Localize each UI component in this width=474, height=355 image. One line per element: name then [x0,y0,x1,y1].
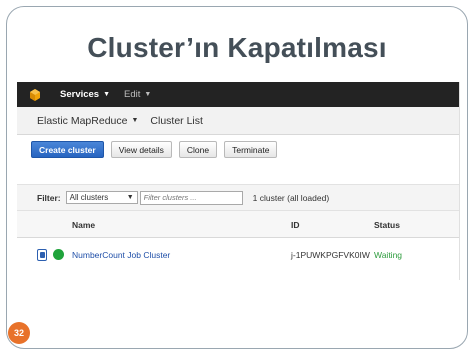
service-label: Elastic MapReduce [37,114,128,127]
table-row[interactable]: NumberCount Job Cluster j-1PUWKPGFVK0IW … [17,242,459,268]
column-header-name[interactable]: Name [72,220,95,230]
services-label: Services [60,89,100,100]
row-checkbox[interactable] [37,249,47,261]
cluster-id: j-1PUWKPGFVK0IW [291,250,370,260]
cluster-name-link[interactable]: NumberCount Job Cluster [72,250,170,260]
column-header-id[interactable]: ID [291,220,300,230]
column-header-status[interactable]: Status [374,220,400,230]
filter-clusters-input[interactable] [139,190,243,205]
aws-cube-icon[interactable] [30,88,40,101]
edit-label: Edit [124,89,141,100]
service-menu-emr[interactable]: Elastic MapReduce ▼ [37,115,138,127]
services-menu[interactable]: Services ▼ [60,89,110,100]
chevron-down-icon: ▼ [144,91,152,98]
aws-console-screenshot: Services ▼ Edit ▼ Elastic MapReduce ▼ Cl… [17,82,460,280]
service-navigation: Elastic MapReduce ▼ Cluster List [17,107,459,135]
top-navigation-bar: Services ▼ Edit ▼ [17,82,459,107]
slide-title: Cluster’ın Kapatılması [87,32,387,63]
status-dot-icon [53,249,64,260]
terminate-button[interactable]: Terminate [224,141,278,158]
cluster-filter-select[interactable]: All clusters ▼ [65,191,138,204]
table-header: Name ID Status [17,210,459,238]
breadcrumb-cluster-list[interactable]: Cluster List [150,115,203,127]
filter-bar: Filter: All clusters ▼ 1 cluster (all lo… [17,184,459,210]
chevron-down-icon: ▼ [103,91,111,98]
view-details-button[interactable]: View details [110,141,172,158]
filter-select-value: All clusters [69,193,109,202]
chevron-down-icon: ▼ [131,117,139,124]
action-toolbar: Create cluster View details Clone Termin… [31,141,278,158]
edit-menu[interactable]: Edit ▼ [124,89,151,100]
slide-number-badge: 32 [8,322,30,344]
chevron-down-icon: ▼ [126,194,134,201]
create-cluster-button[interactable]: Create cluster [31,141,104,158]
cluster-status: Waiting [374,250,403,260]
cluster-count-text: 1 cluster (all loaded) [252,192,330,203]
filter-label: Filter: [37,192,61,203]
clone-button[interactable]: Clone [178,141,218,158]
